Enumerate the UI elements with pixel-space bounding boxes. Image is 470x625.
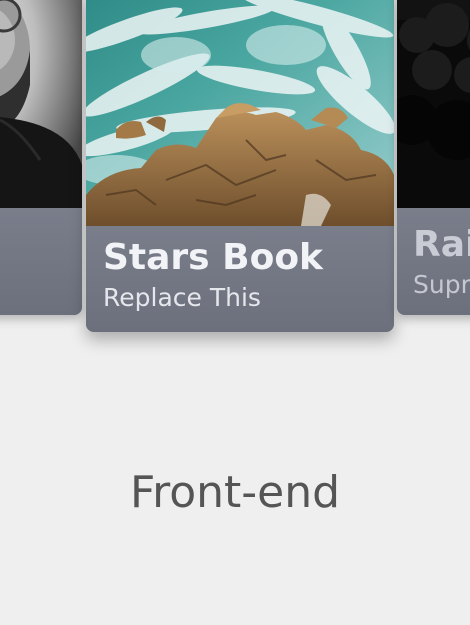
card-subtitle-right: Supr: [413, 270, 470, 299]
carousel-card-right[interactable]: Rai Supr: [397, 0, 470, 315]
carousel-screen: son: [0, 0, 470, 625]
card-title-center: Stars Book: [103, 237, 323, 278]
dark-trees-photo-icon: [397, 0, 470, 208]
card-subtitle-center: Replace This: [103, 283, 261, 312]
card-title-right: Rai: [413, 224, 470, 265]
ocean-rocks-photo-icon: [86, 0, 394, 226]
section-label: Front-end: [129, 467, 341, 518]
card-caption-left: [0, 208, 82, 315]
carousel-card-center[interactable]: Stars Book Replace This: [86, 0, 394, 332]
carousel-card-left[interactable]: son: [0, 0, 82, 315]
portrait-photo-icon: [0, 0, 82, 208]
card-image-ocean-rocks: [86, 0, 394, 226]
card-image-trees: [397, 0, 470, 208]
card-image-portrait: [0, 0, 82, 208]
